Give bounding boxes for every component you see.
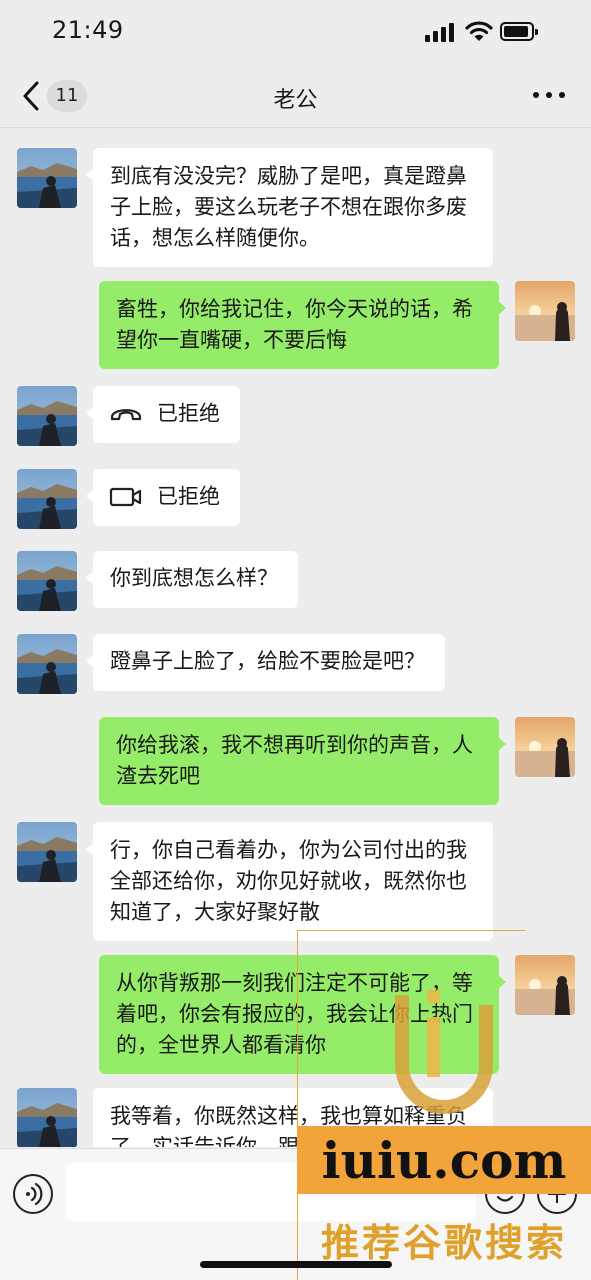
message-row: 已拒绝 xyxy=(0,386,591,446)
phone-hangup-icon xyxy=(110,409,142,421)
watermark-logo-icon xyxy=(395,990,493,1114)
more-options-icon[interactable] xyxy=(533,92,565,100)
message-row: 已拒绝 xyxy=(0,469,591,529)
message-bubble[interactable]: 行，你自己看着办，你为公司付出的我全部还给你，劝你见好就收，既然你也知道了，大家… xyxy=(86,822,493,941)
watermark-site: iuiu.com xyxy=(321,1131,567,1190)
video-camera-icon xyxy=(109,487,142,507)
message-bubble[interactable]: 畜牲，你给我记住，你今天说的话，希望你一直嘴硬，不要后悔 xyxy=(99,281,506,369)
voice-icon xyxy=(26,1182,43,1206)
watermark: iuiu.com 推荐谷歌搜索 xyxy=(297,930,591,1280)
home-indicator xyxy=(200,1261,392,1268)
contact-avatar[interactable] xyxy=(17,822,77,882)
self-avatar[interactable] xyxy=(515,281,575,341)
contact-avatar[interactable] xyxy=(17,551,77,611)
voice-call-record[interactable]: 已拒绝 xyxy=(86,386,240,443)
chat-header: 11 老公 xyxy=(0,64,591,128)
contact-avatar[interactable] xyxy=(17,469,77,529)
message-bubble[interactable]: 你给我滚，我不想再听到你的声音，人渣去死吧 xyxy=(99,717,506,805)
contact-avatar[interactable] xyxy=(17,386,77,446)
message-bubble[interactable]: 你到底想怎么样？ xyxy=(86,551,298,608)
video-call-record[interactable]: 已拒绝 xyxy=(86,469,240,526)
message-row: 你给我滚，我不想再听到你的声音，人渣去死吧 xyxy=(0,717,591,805)
status-time: 21:49 xyxy=(52,16,124,44)
message-row: 蹬鼻子上脸了，给脸不要脸是吧？ xyxy=(0,634,591,694)
message-row: 到底有没没完？威胁了是吧，真是蹬鼻子上脸，要这么玩老子不想在跟你多废话，想怎么样… xyxy=(0,148,591,267)
wifi-icon xyxy=(465,21,493,41)
battery-icon xyxy=(500,22,538,41)
cellular-signal-icon xyxy=(425,22,455,42)
message-row: 行，你自己看着办，你为公司付出的我全部还给你，劝你见好就收，既然你也知道了，大家… xyxy=(0,822,591,941)
message-row: 畜牲，你给我记住，你今天说的话，希望你一直嘴硬，不要后悔 xyxy=(0,281,591,369)
voice-input-button[interactable] xyxy=(13,1174,53,1214)
contact-avatar[interactable] xyxy=(17,148,77,208)
watermark-slogan: 推荐谷歌搜索 xyxy=(320,1221,567,1265)
contact-avatar[interactable] xyxy=(17,634,77,694)
contact-avatar[interactable] xyxy=(17,1088,77,1147)
status-bar: 21:49 xyxy=(0,0,591,64)
chat-title: 老公 xyxy=(273,88,318,113)
message-bubble[interactable]: 蹬鼻子上脸了，给脸不要脸是吧？ xyxy=(86,634,445,691)
self-avatar[interactable] xyxy=(515,717,575,777)
message-row: 你到底想怎么样？ xyxy=(0,551,591,611)
message-bubble[interactable]: 到底有没没完？威胁了是吧，真是蹬鼻子上脸，要这么玩老子不想在跟你多废话，想怎么样… xyxy=(86,148,493,267)
